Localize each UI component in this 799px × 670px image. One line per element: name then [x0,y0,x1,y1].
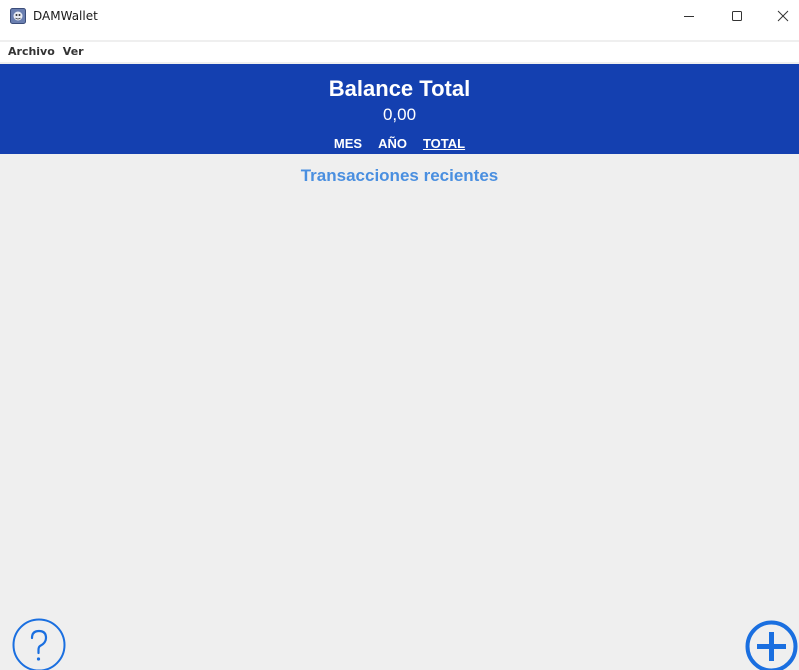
transactions-list[interactable] [0,194,799,594]
menu-bar: Archivo Ver [0,42,799,62]
tab-total[interactable]: TOTAL [415,136,473,151]
close-icon [777,10,789,22]
maximize-button[interactable] [714,0,760,32]
minimize-button[interactable] [666,0,712,32]
add-icon [745,620,798,670]
menu-archivo[interactable]: Archivo [4,42,59,62]
balance-header: Balance Total 0,00 MES AÑO TOTAL [0,64,799,154]
window-title: DAMWallet [33,9,98,23]
help-button[interactable] [12,618,66,670]
tab-mes[interactable]: MES [326,136,370,151]
close-button[interactable] [760,0,799,32]
minimize-icon [684,16,694,17]
help-icon [12,618,66,670]
maximize-icon [732,11,742,21]
balance-title: Balance Total [328,76,471,101]
tab-ano[interactable]: AÑO [370,136,415,151]
add-transaction-button[interactable] [744,619,799,670]
app-window: DAMWallet Archivo Ver Balance Total 0,00… [0,0,799,670]
app-logo-icon [10,8,26,24]
menu-ver[interactable]: Ver [59,42,88,62]
balance-value: 0,00 [382,105,417,124]
recent-transactions-title: Transacciones recientes [300,166,499,185]
period-tabs: MES AÑO TOTAL [0,136,799,151]
title-bar[interactable]: DAMWallet [0,0,799,40]
